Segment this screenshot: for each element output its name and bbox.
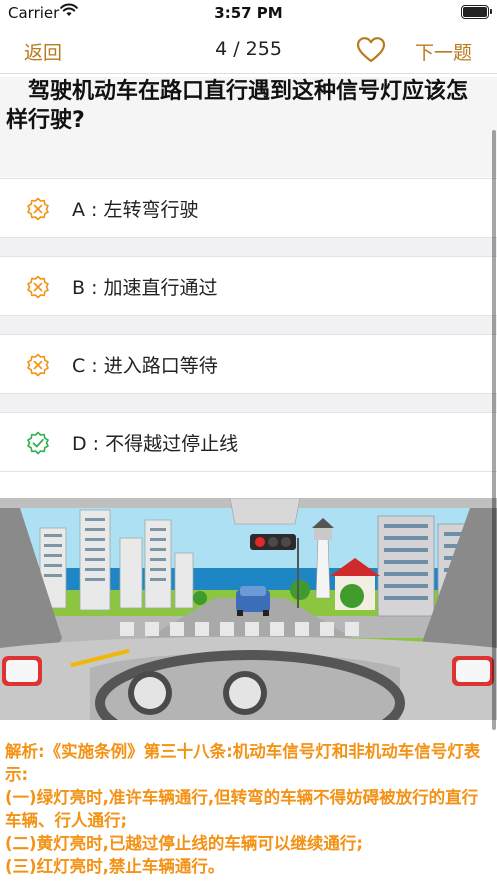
clock: 3:57 PM — [214, 4, 283, 22]
explanation-line: (二)黄灯亮时,已越过停止线的车辆可以继续通行; — [5, 834, 363, 853]
option-c[interactable]: C : 进入路口等待 — [0, 334, 497, 394]
divider — [0, 238, 497, 256]
divider — [0, 394, 497, 412]
question-text: 驾驶机动车在路口直行遇到这种信号灯应该怎样行驶? — [0, 77, 497, 177]
traffic-scene-illustration — [0, 498, 497, 720]
quiz-screen: Carrier 3:57 PM 返回 4 / 255 下一题 驾驶机动车在路口直… — [0, 0, 497, 883]
x-badge-icon — [27, 197, 49, 221]
option-d-label: D : 不得越过停止线 — [72, 433, 239, 455]
option-a-label: A : 左转弯行驶 — [72, 199, 199, 221]
explanation-line: (一)绿灯亮时,准许车辆通行,但转弯的车辆不得妨碍被放行的直行车辆、行人通行; — [5, 788, 479, 830]
nav-bar: 返回 4 / 255 下一题 — [0, 28, 497, 74]
battery-icon — [461, 5, 492, 19]
next-question-button[interactable]: 下一题 — [415, 38, 472, 65]
explanation: 解析:《实施条例》第三十八条:机动车信号灯和非机动车信号灯表示: (一)绿灯亮时… — [0, 740, 497, 878]
favorite-heart-icon[interactable] — [356, 36, 386, 64]
divider — [0, 316, 497, 334]
x-badge-icon — [27, 275, 49, 299]
option-c-label: C : 进入路口等待 — [72, 355, 218, 377]
explanation-line: 解析:《实施条例》第三十八条:机动车信号灯和非机动车信号灯表示: — [5, 742, 481, 784]
option-b[interactable]: B : 加速直行通过 — [0, 256, 497, 316]
scrollbar[interactable] — [492, 130, 496, 730]
spacer — [0, 472, 497, 498]
status-bar: Carrier 3:57 PM — [0, 0, 497, 28]
check-badge-icon — [27, 431, 49, 455]
option-d[interactable]: D : 不得越过停止线 — [0, 412, 497, 472]
option-b-label: B : 加速直行通过 — [72, 277, 218, 299]
option-a[interactable]: A : 左转弯行驶 — [0, 178, 497, 238]
x-badge-icon — [27, 353, 49, 377]
explanation-line: (三)红灯亮时,禁止车辆通行。 — [5, 857, 225, 876]
